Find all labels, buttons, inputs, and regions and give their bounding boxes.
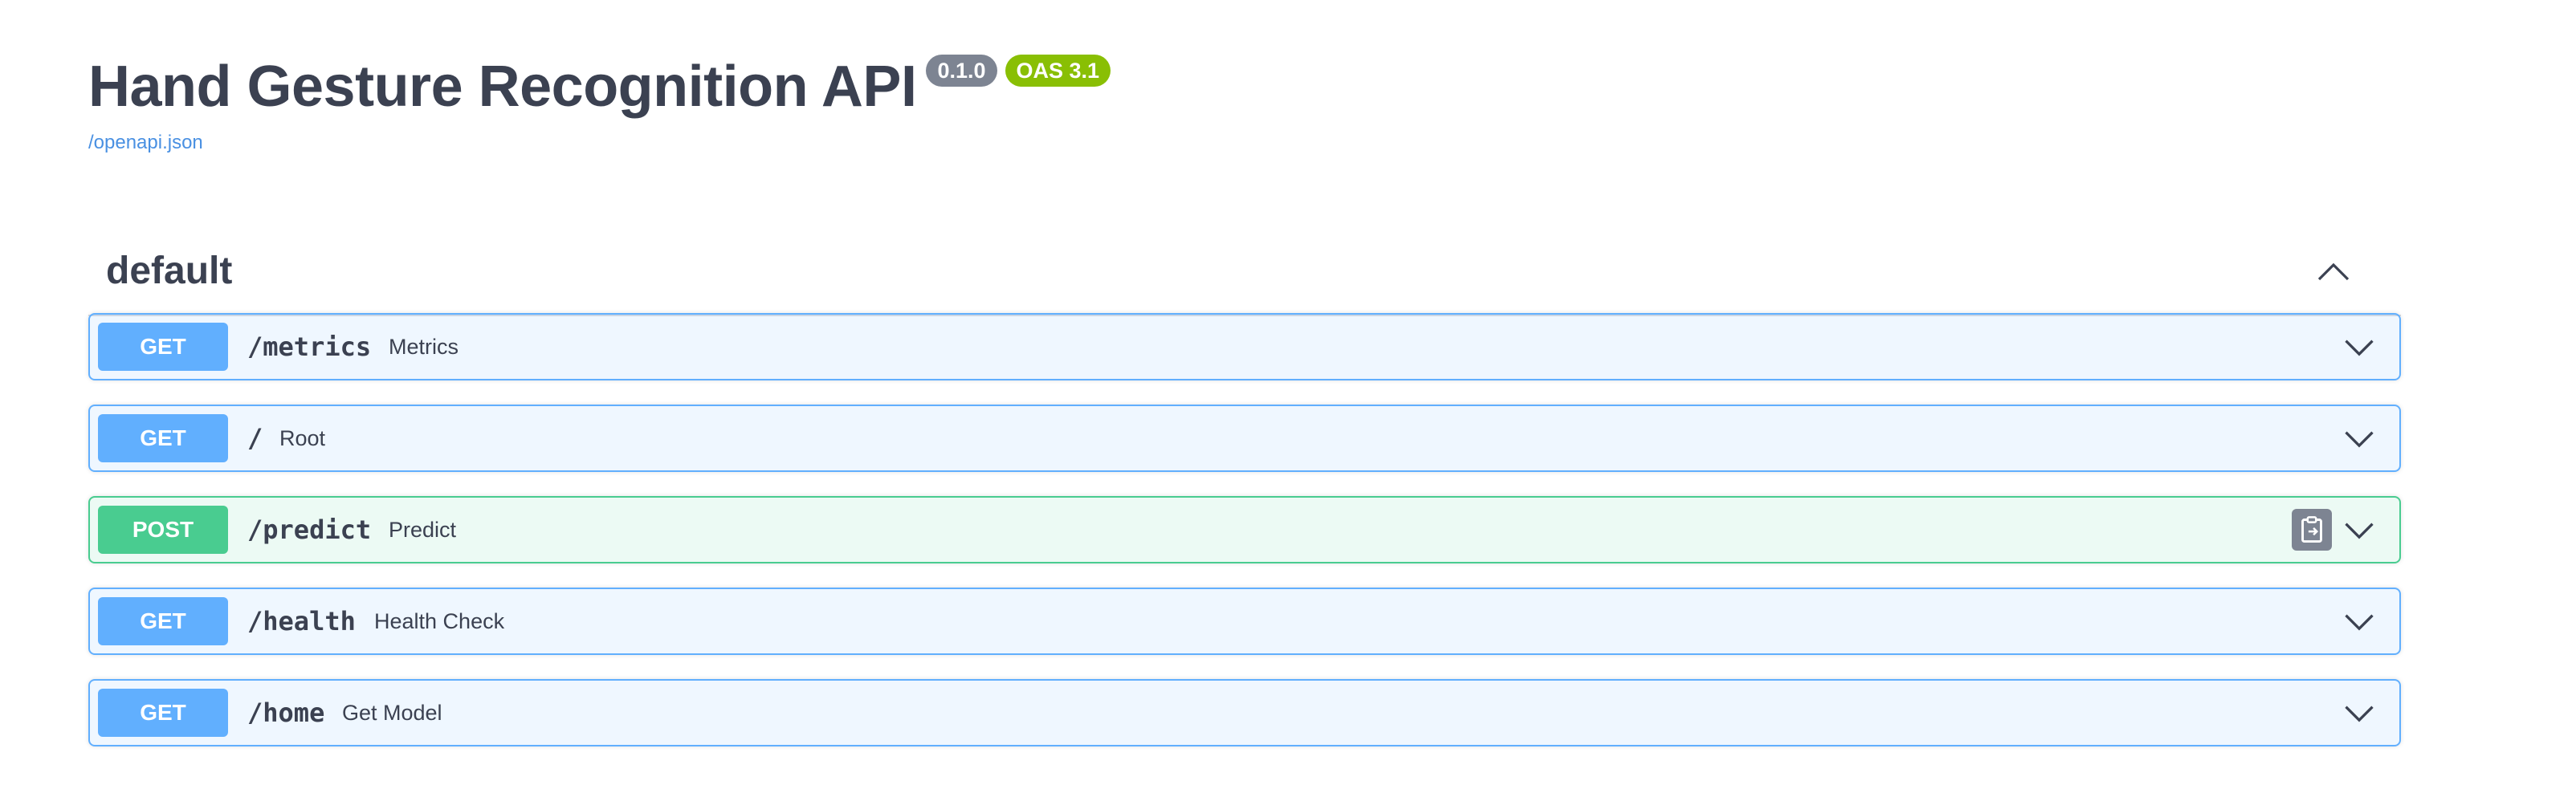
tag-section-header[interactable]: default	[88, 230, 2401, 316]
operation-get-metrics[interactable]: GET /metrics Metrics	[88, 313, 2401, 380]
operation-summary: Get Model	[342, 701, 442, 725]
operation-summary: Predict	[389, 518, 457, 542]
operation-get-home[interactable]: GET /home Get Model	[88, 679, 2401, 746]
copy-to-clipboard-button[interactable]	[2292, 509, 2332, 551]
method-badge: GET	[98, 597, 228, 645]
title-row: Hand Gesture Recognition API 0.1.0 OAS 3…	[88, 48, 2401, 128]
method-badge: POST	[98, 506, 228, 554]
chevron-down-icon[interactable]	[2342, 604, 2377, 639]
operation-path: /predict	[247, 515, 372, 545]
operation-path: /metrics	[247, 331, 372, 362]
method-badge: GET	[98, 414, 228, 462]
api-title: Hand Gesture Recognition API	[88, 55, 917, 119]
operation-path: /	[247, 423, 263, 454]
clipboard-icon	[2301, 516, 2322, 543]
openapi-json-link[interactable]: /openapi.json	[88, 132, 203, 154]
api-info: Hand Gesture Recognition API 0.1.0 OAS 3…	[88, 48, 2401, 154]
operation-path: /home	[247, 698, 325, 728]
chevron-down-icon[interactable]	[2342, 695, 2377, 730]
operation-path: /health	[247, 606, 356, 637]
chevron-down-icon[interactable]	[2342, 512, 2377, 547]
operation-get-root[interactable]: GET / Root	[88, 405, 2401, 472]
operation-get-health[interactable]: GET /health Health Check	[88, 588, 2401, 655]
version-badge: 0.1.0	[926, 55, 997, 87]
method-badge: GET	[98, 323, 228, 371]
operation-summary: Root	[279, 426, 326, 450]
oas-badge: OAS 3.1	[1005, 55, 1111, 87]
chevron-down-icon[interactable]	[2342, 421, 2377, 456]
tag-name: default	[106, 250, 233, 292]
operation-summary: Metrics	[389, 335, 459, 359]
operation-post-predict[interactable]: POST /predict Predict	[88, 496, 2401, 563]
method-badge: GET	[98, 689, 228, 737]
operation-summary: Health Check	[374, 609, 505, 633]
chevron-down-icon[interactable]	[2342, 329, 2377, 364]
chevron-up-icon[interactable]	[2314, 252, 2353, 291]
